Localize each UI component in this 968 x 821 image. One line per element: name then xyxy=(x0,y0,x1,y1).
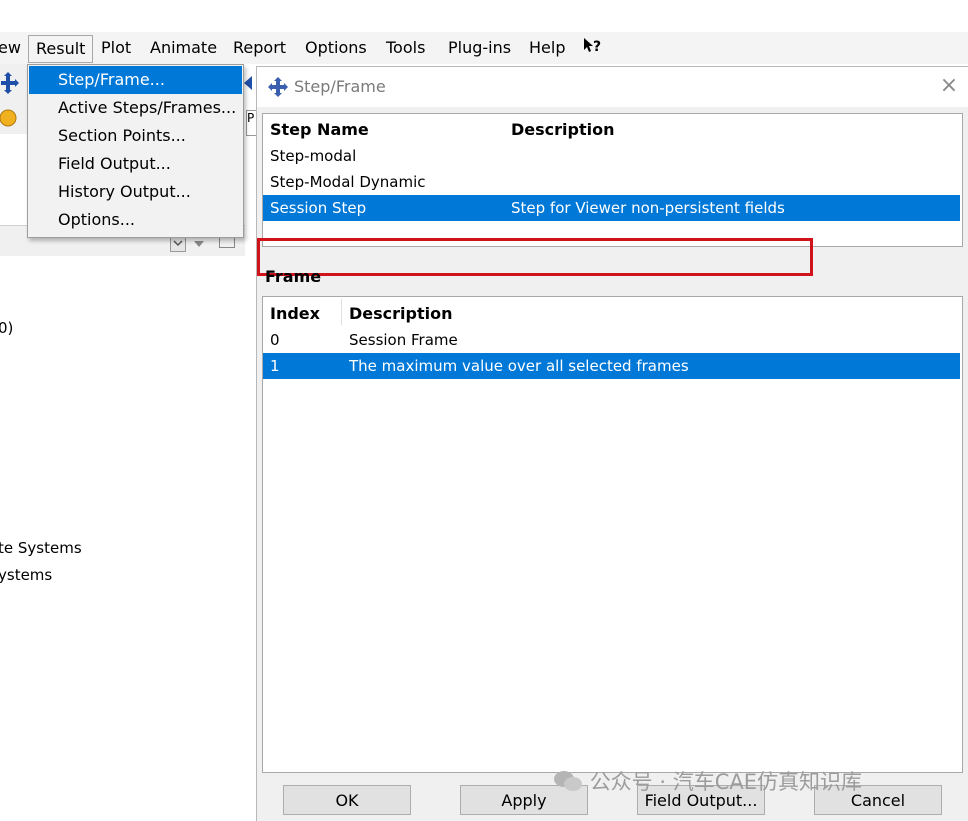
menu-view[interactable]: ew xyxy=(0,38,21,57)
column-header-description[interactable]: Description xyxy=(349,304,452,323)
ok-button[interactable]: OK xyxy=(283,785,411,815)
menu-bar: ew Result Plot Animate Report Options To… xyxy=(0,32,968,64)
table-row[interactable]: Step-Modal Dynamic xyxy=(263,169,962,195)
frame-section-label: Frame xyxy=(265,267,322,286)
menu-options[interactable]: Options xyxy=(305,38,367,57)
frame-index-cell: 1 xyxy=(270,357,280,375)
dialog-title: Step/Frame xyxy=(294,77,386,96)
step-name-cell: Step-modal xyxy=(270,147,357,165)
frame-index-cell: 0 xyxy=(270,331,280,349)
menu-item-section-points[interactable]: Section Points... xyxy=(29,122,242,150)
pan-arrows-icon xyxy=(268,77,288,97)
column-header-step-name[interactable]: Step Name xyxy=(270,120,369,139)
table-row-selected[interactable]: 1 The maximum value over all selected fr… xyxy=(263,353,960,379)
frame-description-cell: The maximum value over all selected fram… xyxy=(349,357,689,375)
frame-table: Index Description 0 Session Frame 1 The … xyxy=(262,296,963,773)
column-header-index[interactable]: Index xyxy=(270,304,320,323)
close-icon[interactable]: × xyxy=(937,73,961,98)
whats-this-help[interactable]: ? xyxy=(583,36,601,55)
step-name-cell: Step-Modal Dynamic xyxy=(270,173,426,191)
annotation-highlight-box xyxy=(257,238,813,276)
step-table: Step Name Description Step-modal Step-Mo… xyxy=(257,113,963,276)
menu-tools[interactable]: Tools xyxy=(386,38,425,57)
table-row[interactable]: 0 Session Frame xyxy=(263,327,962,353)
menu-item-active-steps-frames[interactable]: Active Steps/Frames... xyxy=(29,94,242,122)
wechat-icon xyxy=(554,771,582,791)
menu-report[interactable]: Report xyxy=(233,38,286,57)
toolbar-strip xyxy=(0,64,30,134)
menu-item-step-frame[interactable]: Step/Frame... xyxy=(29,66,242,94)
table-row[interactable]: Step-modal xyxy=(263,143,962,169)
result-menu-dropdown: Step/Frame... Active Steps/Frames... Sec… xyxy=(27,64,244,238)
tree-item[interactable]: 0) xyxy=(0,319,13,337)
menu-item-options[interactable]: Options... xyxy=(29,206,242,234)
top-strip xyxy=(0,0,968,32)
menu-plug-ins[interactable]: Plug-ins xyxy=(448,38,511,57)
step-name-cell: Session Step xyxy=(270,199,367,217)
tree-item-systems[interactable]: ystems xyxy=(0,566,52,584)
dialog-title-bar[interactable]: Step/Frame × xyxy=(257,67,968,107)
pointer-arrow-icon xyxy=(584,38,593,52)
column-header-description[interactable]: Description xyxy=(511,120,614,139)
menu-animate[interactable]: Animate xyxy=(150,38,217,57)
sphere-icon[interactable] xyxy=(0,108,20,128)
menu-plot[interactable]: Plot xyxy=(101,38,131,57)
tree-item-coordinate-systems[interactable]: te Systems xyxy=(0,539,82,557)
frame-description-cell: Session Frame xyxy=(349,331,458,349)
pan-arrows-icon[interactable] xyxy=(0,70,20,94)
filter-down-icon[interactable] xyxy=(193,240,205,248)
menu-item-field-output[interactable]: Field Output... xyxy=(29,150,242,178)
column-divider xyxy=(341,299,342,325)
table-row-selected[interactable]: Session Step Step for Viewer non-persist… xyxy=(263,195,960,221)
watermark: 公众号 · 汽车CAE仿真知识库 xyxy=(553,766,862,796)
menu-item-history-output[interactable]: History Output... xyxy=(29,178,242,206)
step-description-cell: Step for Viewer non-persistent fields xyxy=(511,199,785,217)
collapse-arrow-icon[interactable] xyxy=(244,76,252,90)
menu-help[interactable]: Help xyxy=(529,38,565,57)
menu-result[interactable]: Result xyxy=(28,35,94,63)
step-frame-dialog: Step/Frame × Step Name Description Step-… xyxy=(256,66,968,821)
